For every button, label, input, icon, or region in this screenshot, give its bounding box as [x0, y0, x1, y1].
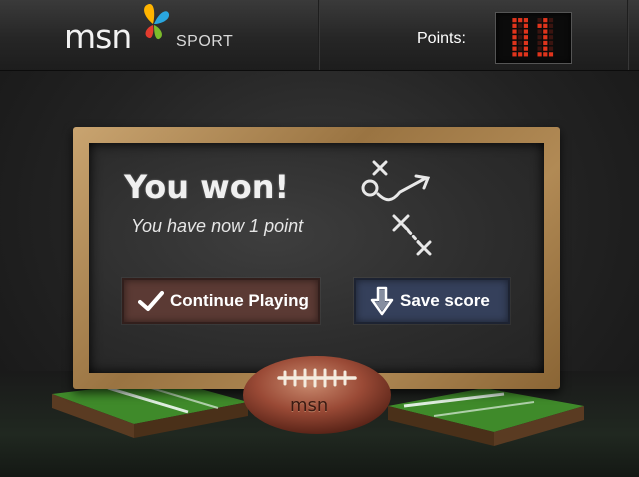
led-digits [512, 18, 554, 57]
save-score-label: Save score [400, 291, 490, 310]
led-dot [518, 52, 523, 57]
continue-playing-button[interactable]: Continue Playing [122, 278, 320, 324]
led-dot [537, 35, 542, 40]
save-score-button[interactable]: Save score [354, 278, 510, 324]
led-dot [548, 18, 554, 23]
led-dot [543, 46, 548, 51]
led-dot [523, 52, 528, 57]
led-dot [537, 29, 542, 34]
led-dot [512, 18, 517, 23]
led-dot [537, 18, 542, 23]
led-dot [548, 40, 554, 46]
points-label: Points: [417, 30, 466, 47]
led-dot [512, 40, 517, 46]
led-dot [543, 35, 548, 40]
led-dot [523, 35, 528, 40]
led-dot [548, 46, 554, 51]
led-dot [512, 35, 517, 40]
led-dot [543, 52, 548, 57]
led-dot [512, 46, 517, 51]
chalk-play-diagram-icon [361, 160, 432, 256]
led-dot [518, 29, 523, 34]
result-title: You won! [124, 168, 290, 206]
led-dot [523, 40, 528, 46]
led-dot [512, 52, 517, 57]
led-dot [518, 23, 523, 28]
led-dot [548, 52, 554, 57]
points-led-display: 1 [495, 12, 572, 64]
led-dot [537, 40, 542, 46]
msn-logo-text: msn [64, 17, 132, 56]
msn-butterfly-logo-icon [137, 2, 171, 47]
header-divider [627, 0, 629, 70]
led-dot [548, 35, 554, 40]
led-dot [518, 18, 523, 23]
continue-playing-label: Continue Playing [170, 291, 309, 310]
football-msn-label: msn [290, 395, 329, 416]
led-dot [548, 29, 554, 34]
led-dot [543, 18, 548, 23]
led-dot [523, 23, 528, 28]
led-dot [537, 23, 542, 28]
led-dot [518, 35, 523, 40]
sport-section-label: SPORT [176, 33, 234, 50]
led-dot [543, 40, 548, 46]
top-bar: msn SPORT Points: 1 [0, 0, 639, 71]
led-dot [543, 23, 548, 28]
checkmark-icon [138, 290, 164, 312]
led-dot [518, 40, 523, 46]
led-dot [537, 52, 542, 57]
led-dot [543, 29, 548, 34]
led-dot [523, 18, 528, 23]
result-message: You have now 1 point [131, 216, 304, 236]
right-turf-block [388, 388, 584, 446]
led-dot [523, 29, 528, 34]
led-dot [518, 46, 523, 51]
led-dot [523, 46, 528, 51]
led-dot [512, 23, 517, 28]
header-divider [318, 0, 320, 70]
download-arrow-icon [370, 286, 394, 316]
led-dot [537, 46, 542, 51]
led-dot [512, 29, 517, 34]
led-dot [548, 23, 554, 28]
